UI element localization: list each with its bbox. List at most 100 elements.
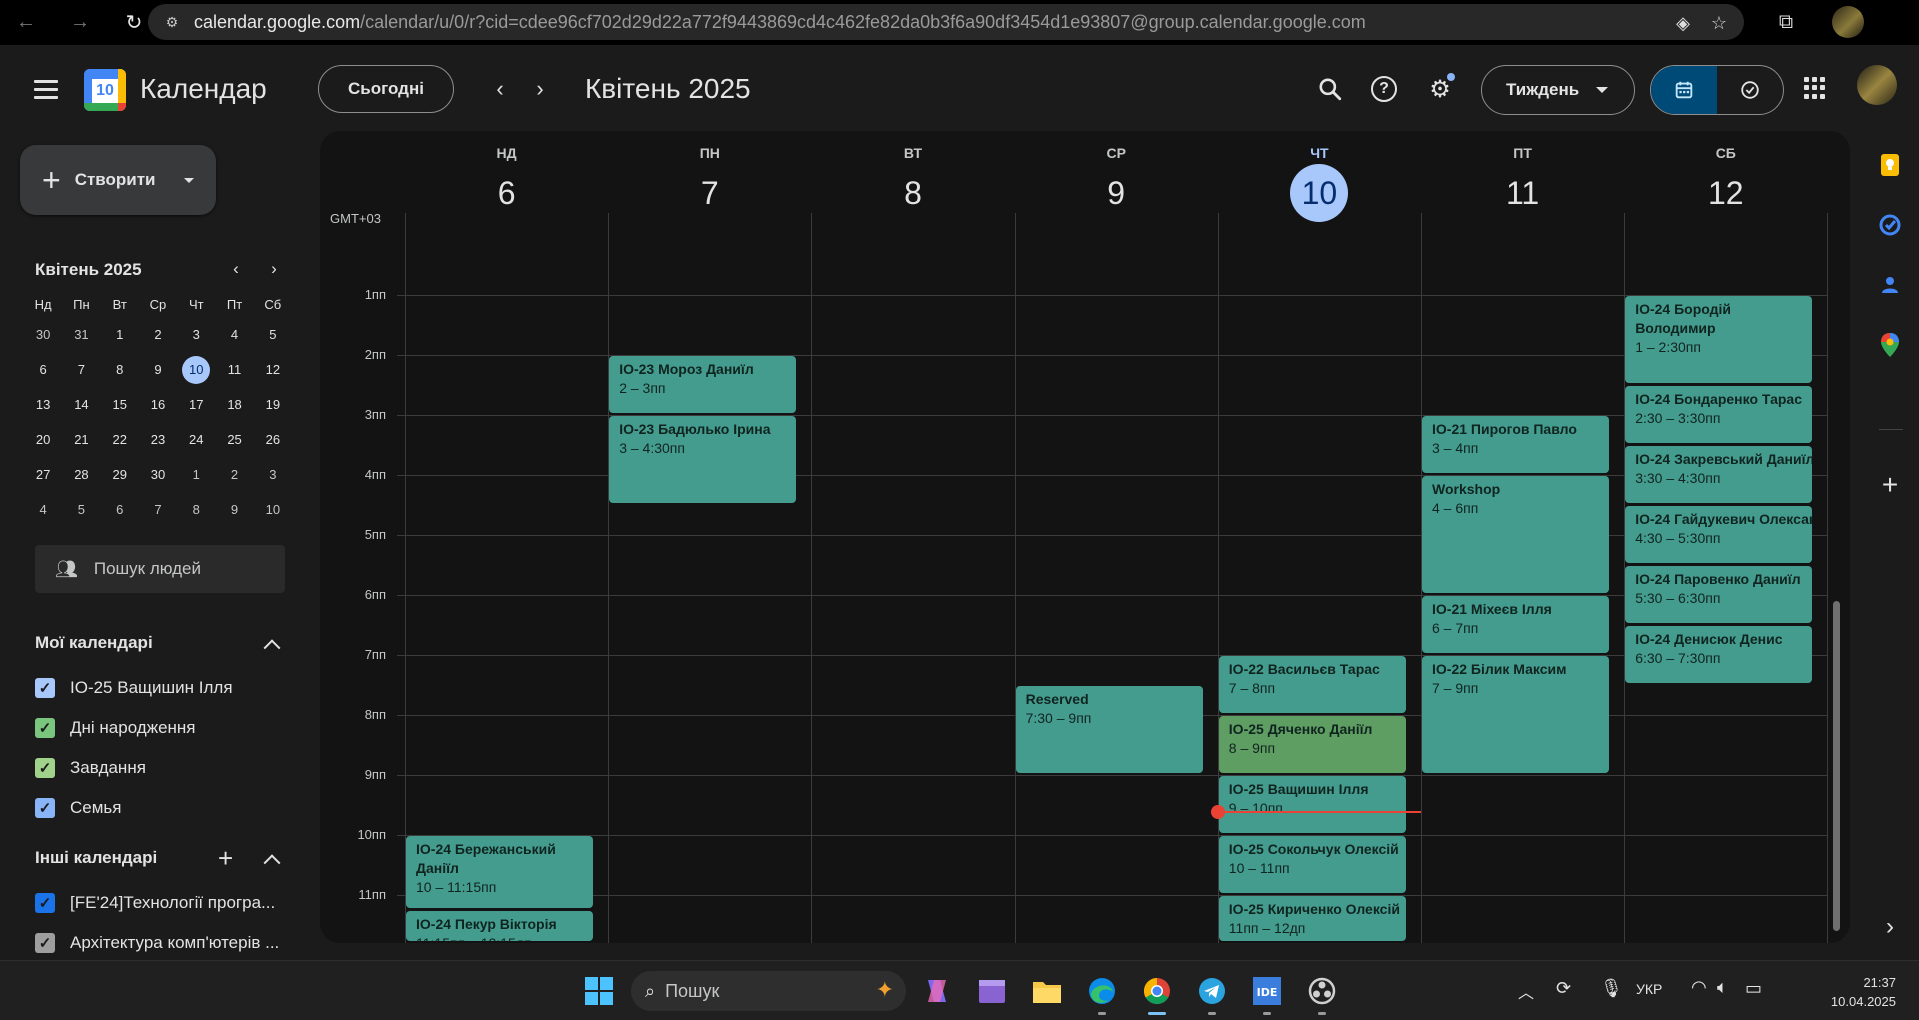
calendar-event[interactable]: ІО-24 Закревський Даниїл 3:30 – 4:30пп <box>1625 446 1813 503</box>
calendar-logo[interactable]: 10 <box>84 69 126 111</box>
file-explorer-icon[interactable] <box>1027 971 1067 1011</box>
edge-icon[interactable] <box>1082 971 1122 1015</box>
mini-day[interactable]: 1 <box>177 461 215 489</box>
calendar-event[interactable]: ІО-23 Мороз Даниїл 2 – 3пп <box>609 356 797 413</box>
volume-icon[interactable]: 🔈︎ <box>1717 977 1728 998</box>
help-icon[interactable]: ? <box>1364 69 1404 109</box>
calendar-event[interactable]: ІО-22 Білик Максим 7 – 9пп <box>1422 656 1610 773</box>
calendar-event[interactable]: Workshop 4 – 6пп <box>1422 476 1610 593</box>
mini-day[interactable]: 11 <box>215 356 253 384</box>
calendar-event[interactable]: ІО-24 Денисюк Денис 6:30 – 7:30пп <box>1625 626 1813 683</box>
back-icon[interactable]: ← <box>8 5 44 41</box>
time-grid[interactable]: 1пп 2пп 3пп 4пп 5пп 6пп 7пп 8пп 9пп 10пп 11пп ІО-23… <box>320 235 1830 943</box>
calendar-list-item[interactable]: ✓ Семья <box>35 794 295 822</box>
calendar-view-icon[interactable] <box>1651 66 1717 114</box>
calendar-checkbox[interactable]: ✓ <box>35 893 55 913</box>
telegram-icon[interactable] <box>1192 971 1232 1015</box>
calendar-event[interactable]: ІО-22 Васильєв Тарас 7 – 8пп <box>1218 656 1406 713</box>
battery-icon[interactable]: ▭ <box>1745 978 1762 999</box>
people-search[interactable]: 👥︎ Пошук людей <box>35 545 285 593</box>
account-avatar[interactable] <box>1857 65 1897 105</box>
mini-day[interactable]: 1 <box>101 321 139 349</box>
day-header[interactable]: СБ 12 <box>1624 131 1827 235</box>
other-calendars-title[interactable]: Інші календарі <box>35 848 157 868</box>
mini-day[interactable]: 10 <box>254 496 292 524</box>
today-button[interactable]: Сьогодні <box>318 65 454 113</box>
mini-day[interactable]: 14 <box>62 391 100 419</box>
mini-day[interactable]: 31 <box>62 321 100 349</box>
keep-icon[interactable] <box>1876 151 1904 179</box>
obs-icon[interactable] <box>1302 971 1342 1015</box>
day-header[interactable]: СР 9 <box>1015 131 1218 235</box>
previous-week-icon[interactable]: ‹ <box>480 69 520 109</box>
calendar-event[interactable]: ІО-21 Пирогов Павло 3 – 4пп <box>1422 416 1610 473</box>
taskbar-search[interactable]: ⌕ Пошук ✦ <box>631 971 906 1011</box>
input-language[interactable]: УКР <box>1636 981 1662 997</box>
mini-day[interactable]: 20 <box>24 426 62 454</box>
day-header[interactable]: ПН 7 <box>608 131 811 235</box>
mini-day[interactable]: 15 <box>101 391 139 419</box>
app-title[interactable]: Календар <box>140 73 267 105</box>
mini-day[interactable]: 23 <box>139 426 177 454</box>
mini-day[interactable]: 4 <box>24 496 62 524</box>
mini-day[interactable]: 19 <box>254 391 292 419</box>
calendar-event[interactable]: ІО-24 Пекур Вікторія 11:15пп – 12:15дп <box>406 911 594 941</box>
mini-day[interactable]: 12 <box>254 356 292 384</box>
calendar-event[interactable]: ІО-25 Сокольчук Олексій 10 – 11пп <box>1218 836 1406 893</box>
clock[interactable]: 21:37 10.04.2025 <box>1786 973 1896 1011</box>
mini-day[interactable]: 25 <box>215 426 253 454</box>
mini-day[interactable]: 30 <box>24 321 62 349</box>
clipchamp-icon[interactable] <box>972 971 1012 1011</box>
mini-day[interactable]: 4 <box>215 321 253 349</box>
mini-day[interactable]: 9 <box>139 356 177 384</box>
settings-gear-icon[interactable]: ⚙ <box>1420 69 1460 109</box>
add-calendar-icon[interactable]: + <box>218 845 233 871</box>
mini-day[interactable]: 5 <box>62 496 100 524</box>
day-number[interactable]: 12 <box>1697 164 1755 222</box>
reload-icon[interactable]: ↻ <box>116 5 152 41</box>
next-week-icon[interactable]: › <box>520 69 560 109</box>
mini-day[interactable]: 2 <box>215 461 253 489</box>
calendar-event[interactable]: ІО-25 Кириченко Олексій 11пп – 12дп <box>1218 896 1406 941</box>
mini-day[interactable]: 29 <box>101 461 139 489</box>
mini-day[interactable]: 3 <box>254 461 292 489</box>
forward-icon[interactable]: → <box>62 5 98 41</box>
mini-day[interactable]: 28 <box>62 461 100 489</box>
mini-day[interactable]: 18 <box>215 391 253 419</box>
collapse-my-calendars-icon[interactable] <box>260 633 284 657</box>
mini-day[interactable]: 6 <box>101 496 139 524</box>
tasks-icon[interactable] <box>1876 211 1904 239</box>
mini-day[interactable]: 3 <box>177 321 215 349</box>
mini-day[interactable]: 22 <box>101 426 139 454</box>
windows-start-icon[interactable] <box>579 971 619 1011</box>
view-select[interactable]: Тиждень <box>1481 65 1635 115</box>
mini-day[interactable]: 21 <box>62 426 100 454</box>
mini-day[interactable]: 17 <box>177 391 215 419</box>
contacts-icon[interactable] <box>1876 271 1904 299</box>
main-menu-icon[interactable] <box>26 69 66 109</box>
mini-day[interactable]: 9 <box>215 496 253 524</box>
mini-day[interactable]: 2 <box>139 321 177 349</box>
day-number[interactable]: 6 <box>478 164 536 222</box>
mini-day[interactable]: 16 <box>139 391 177 419</box>
sync-icon[interactable]: ⟳ <box>1556 978 1571 999</box>
mini-day[interactable]: 6 <box>24 356 62 384</box>
mini-day[interactable]: 10 <box>177 355 215 384</box>
mini-day[interactable]: 5 <box>254 321 292 349</box>
expand-panel-icon[interactable]: › <box>1876 913 1904 941</box>
day-number[interactable]: 10 <box>1290 164 1349 222</box>
day-number[interactable]: 9 <box>1087 164 1145 222</box>
calendar-list-item[interactable]: ✓ Архітектура комп'ютерів ... <box>35 929 295 957</box>
google-apps-icon[interactable] <box>1804 77 1826 99</box>
calendar-checkbox[interactable]: ✓ <box>35 933 55 953</box>
mini-day[interactable]: 13 <box>24 391 62 419</box>
day-header[interactable]: ВТ 8 <box>811 131 1014 235</box>
calendar-checkbox[interactable]: ✓ <box>35 678 55 698</box>
calendar-event[interactable]: ІО-24 Бондаренко Тарас 2:30 – 3:30пп <box>1625 386 1813 443</box>
mini-next-month-icon[interactable]: › <box>262 257 286 281</box>
bookmark-star-icon[interactable]: ☆ <box>1708 12 1730 34</box>
calendar-event[interactable]: ІО-24 Бородій Володимир 1 – 2:30пп <box>1625 296 1813 383</box>
day-number[interactable]: 11 <box>1494 164 1552 222</box>
site-info-icon[interactable]: ⚙ <box>162 12 182 32</box>
search-icon[interactable] <box>1310 69 1350 109</box>
